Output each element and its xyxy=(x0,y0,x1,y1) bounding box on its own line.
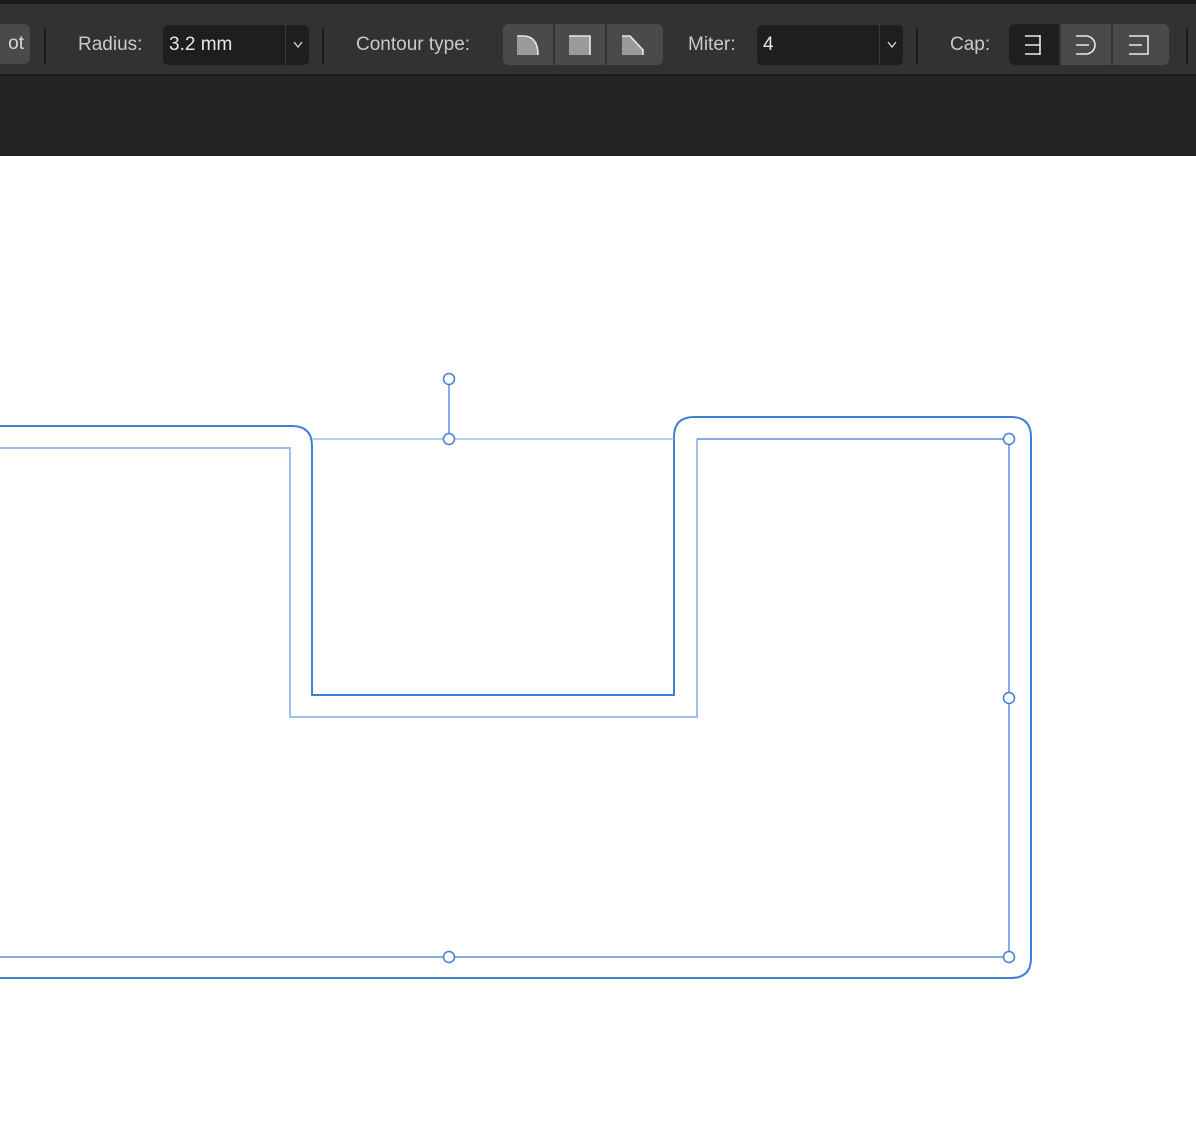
cap-square-button[interactable] xyxy=(1113,24,1165,65)
cap-segment xyxy=(1009,24,1169,65)
contour-path[interactable] xyxy=(0,416,1032,979)
toolbar-separator xyxy=(916,27,918,64)
miter-value[interactable]: 4 xyxy=(763,25,774,65)
butt-cap-icon xyxy=(1025,34,1041,55)
miter-label: Miter: xyxy=(688,34,736,55)
chevron-down-icon xyxy=(886,41,897,49)
miter-corner-icon xyxy=(569,34,591,55)
secondary-toolbar xyxy=(0,76,1196,156)
radius-label: Radius: xyxy=(78,34,143,55)
partial-toolbar-button[interactable]: ot xyxy=(0,24,30,64)
miter-dropdown-button[interactable] xyxy=(879,25,903,65)
radius-value[interactable]: 3.2 mm xyxy=(169,25,232,65)
app-window: ot Radius: 3.2 mm Contour type: Miter: 4… xyxy=(0,0,1196,1136)
bevel-corner-icon xyxy=(622,34,644,55)
context-toolbar: ot Radius: 3.2 mm Contour type: Miter: 4… xyxy=(0,0,1196,76)
cap-butt-button[interactable] xyxy=(1009,24,1061,65)
handle-bottom-right[interactable] xyxy=(1002,950,1016,964)
contour-type-label: Contour type: xyxy=(356,34,471,55)
toolbar-separator xyxy=(322,27,324,64)
contour-round-button[interactable] xyxy=(503,24,555,65)
handle-top-middle[interactable] xyxy=(442,432,456,446)
cap-round-button[interactable] xyxy=(1061,24,1113,65)
radius-dropdown-button[interactable] xyxy=(285,25,309,65)
miter-combo[interactable]: 4 xyxy=(757,25,903,65)
handle-top-right[interactable] xyxy=(1002,432,1016,446)
handle-middle-right[interactable] xyxy=(1002,691,1016,705)
cap-label: Cap: xyxy=(950,34,991,55)
contour-miter-button[interactable] xyxy=(555,24,607,65)
canvas-artwork xyxy=(0,372,1032,979)
square-cap-icon xyxy=(1129,34,1149,55)
chevron-down-icon xyxy=(292,41,303,49)
round-cap-icon xyxy=(1076,34,1096,55)
contour-bevel-button[interactable] xyxy=(607,24,659,65)
document-canvas[interactable] xyxy=(0,156,1196,1136)
toolbar-separator xyxy=(44,27,46,64)
contour-type-segment xyxy=(503,24,663,65)
rotation-handle[interactable] xyxy=(442,372,456,386)
handle-bottom-middle[interactable] xyxy=(442,950,456,964)
partial-toolbar-button-label: ot xyxy=(8,33,24,54)
toolbar-separator xyxy=(1186,27,1188,64)
radius-combo[interactable]: 3.2 mm xyxy=(163,25,309,65)
round-corner-icon xyxy=(517,34,539,55)
source-path xyxy=(0,439,698,718)
